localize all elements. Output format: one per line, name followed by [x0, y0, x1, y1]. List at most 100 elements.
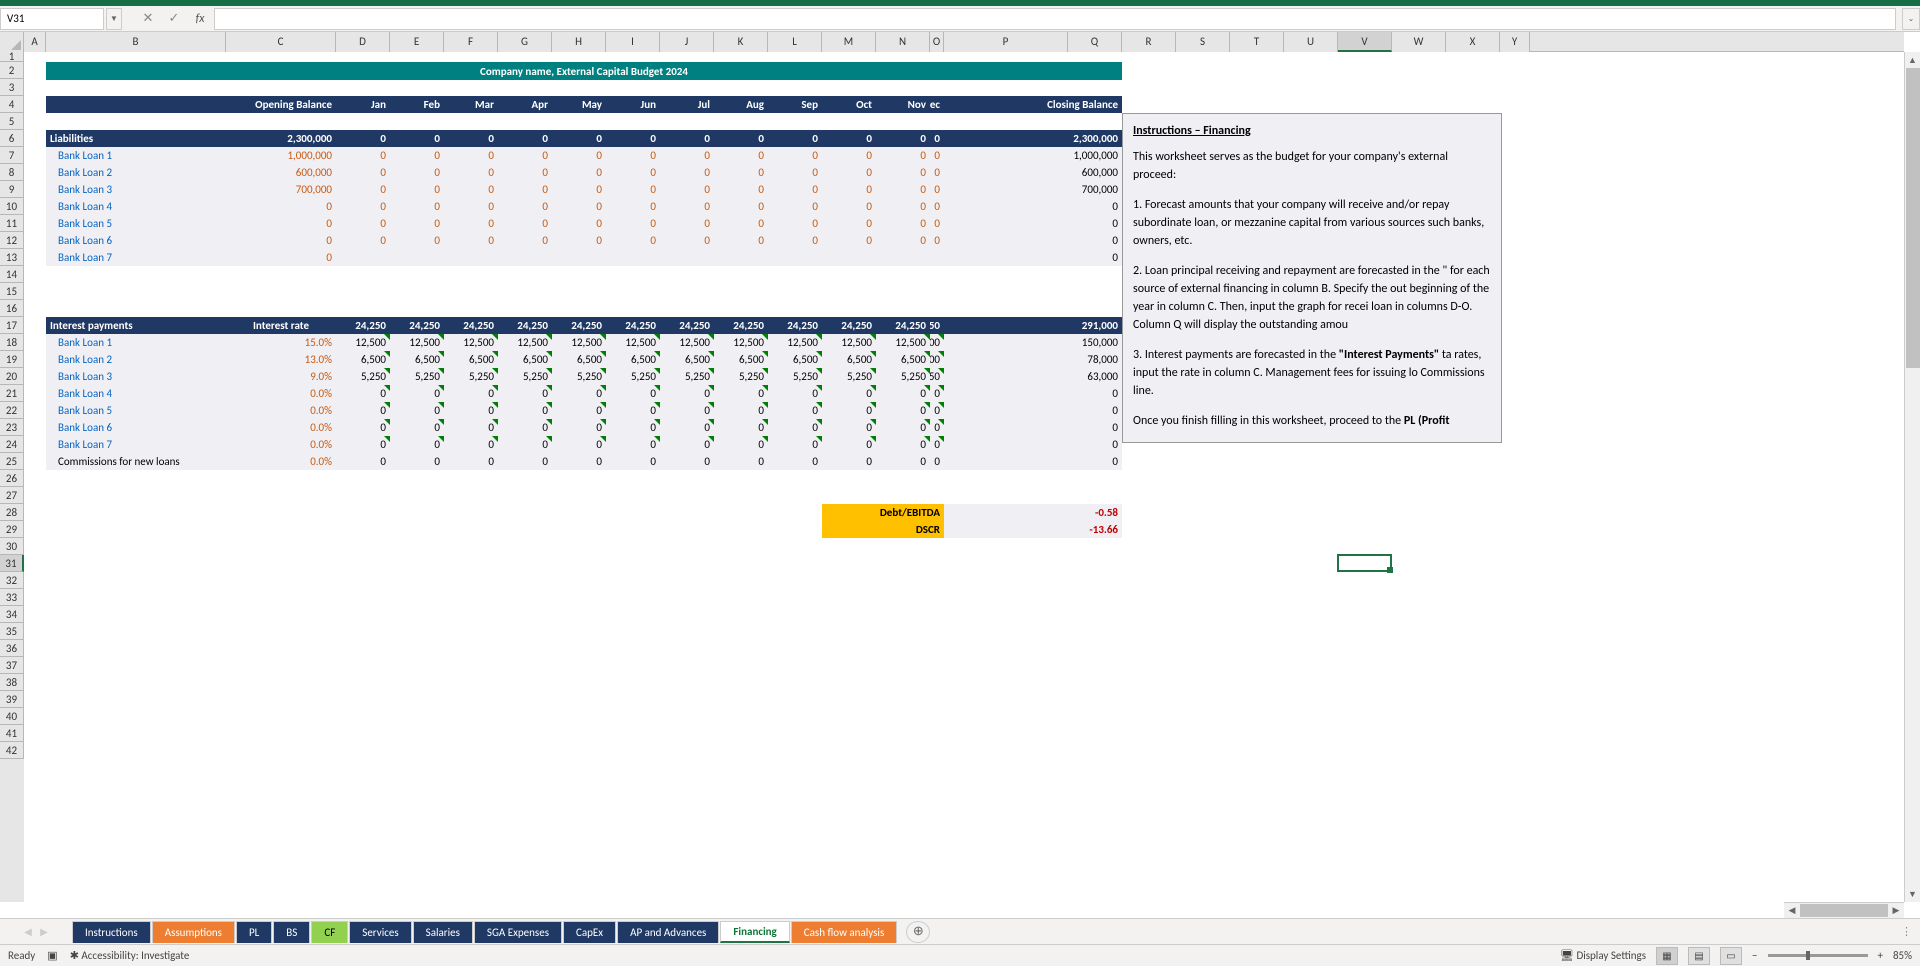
loan-m3-0[interactable]: 0 [336, 181, 390, 198]
row-header-22[interactable]: 22 [0, 402, 24, 419]
column-header-O[interactable]: O [930, 32, 944, 52]
row-header-18[interactable]: 18 [0, 334, 24, 351]
row-header-11[interactable]: 11 [0, 215, 24, 232]
int-m3-4[interactable]: 5,250 [552, 368, 606, 385]
row-header-6[interactable]: 6 [0, 130, 24, 147]
loan-m3-1[interactable]: 0 [390, 181, 444, 198]
loan-m6-4[interactable]: 0 [552, 232, 606, 249]
int-m7-8[interactable]: 0 [768, 436, 822, 453]
int-m4-2[interactable]: 0 [444, 385, 498, 402]
liab-m0[interactable]: 0 [336, 130, 390, 147]
zoom-level[interactable]: 85% [1893, 949, 1912, 962]
loan-m6-8[interactable]: 0 [768, 232, 822, 249]
loan-m2-1[interactable]: 0 [390, 164, 444, 181]
int-m7-10[interactable]: 0 [876, 436, 930, 453]
row-header-17[interactable]: 17 [0, 317, 24, 334]
int-m3-8[interactable]: 5,250 [768, 368, 822, 385]
row-header-12[interactable]: 12 [0, 232, 24, 249]
int-m8-9[interactable]: 0 [822, 453, 876, 470]
column-header-Q[interactable]: Q [1068, 32, 1122, 52]
row-header-26[interactable]: 26 [0, 470, 24, 487]
liab-opening[interactable]: 2,300,000 [226, 130, 336, 147]
int-closing-1[interactable]: 150,000 [944, 334, 1122, 351]
int-m5-7[interactable]: 0 [714, 402, 768, 419]
loan-closing-4[interactable]: 0 [944, 198, 1122, 215]
row-header-19[interactable]: 19 [0, 351, 24, 368]
row-header-29[interactable]: 29 [0, 521, 24, 538]
row-header-35[interactable]: 35 [0, 623, 24, 640]
int-m2-10[interactable]: 6,500 [876, 351, 930, 368]
row-header-13[interactable]: 13 [0, 249, 24, 266]
sheet-tab-cash-flow-analysis[interactable]: Cash flow analysis [791, 921, 897, 943]
row-header-16[interactable]: 16 [0, 300, 24, 317]
loan-m5-9[interactable]: 0 [822, 215, 876, 232]
int-m4-3[interactable]: 0 [498, 385, 552, 402]
view-page-break-icon[interactable]: ▭ [1720, 947, 1742, 965]
int-m5-8[interactable]: 0 [768, 402, 822, 419]
int-m6-7[interactable]: 0 [714, 419, 768, 436]
loan-m6-10[interactable]: 0 [876, 232, 930, 249]
row-header-31[interactable]: 31 [0, 555, 24, 572]
vertical-scrollbar[interactable]: ▲ ▼ [1904, 52, 1920, 902]
column-header-P[interactable]: P [944, 32, 1068, 52]
int-m7-7[interactable]: 0 [714, 436, 768, 453]
view-page-layout-icon[interactable]: ▤ [1688, 947, 1710, 965]
int-total-m10[interactable]: 24,250 [876, 317, 930, 334]
column-header-S[interactable]: S [1176, 32, 1230, 52]
column-header-Y[interactable]: Y [1500, 32, 1530, 52]
hdr-month-dec[interactable]: Dec [930, 96, 944, 113]
int-m5-5[interactable]: 0 [606, 402, 660, 419]
loan-m5-8[interactable]: 0 [768, 215, 822, 232]
loan-m4-10[interactable]: 0 [876, 198, 930, 215]
row-header-33[interactable]: 33 [0, 589, 24, 606]
loan-m5-7[interactable]: 0 [714, 215, 768, 232]
loan-m3-6[interactable]: 0 [660, 181, 714, 198]
scroll-left-icon[interactable]: ◀ [1784, 903, 1800, 918]
column-header-H[interactable]: H [552, 32, 606, 52]
row-header-10[interactable]: 10 [0, 198, 24, 215]
loan-m2-2[interactable]: 0 [444, 164, 498, 181]
int-m4-1[interactable]: 0 [390, 385, 444, 402]
loan-closing-1[interactable]: 1,000,000 [944, 147, 1122, 164]
loan-m5-0[interactable]: 0 [336, 215, 390, 232]
loan-m1-11[interactable]: 0 [930, 147, 944, 164]
loan-m2-7[interactable]: 0 [714, 164, 768, 181]
loan-m5-11[interactable]: 0 [930, 215, 944, 232]
loan-m7-11[interactable] [930, 249, 944, 266]
int-m6-8[interactable]: 0 [768, 419, 822, 436]
loan-m6-9[interactable]: 0 [822, 232, 876, 249]
loan-m1-0[interactable]: 0 [336, 147, 390, 164]
column-header-V[interactable]: V [1338, 32, 1392, 52]
sheet-tab-assumptions[interactable]: Assumptions [152, 921, 235, 943]
hdr-month-aug[interactable]: Aug [714, 96, 768, 113]
worksheet-grid[interactable]: ABCDEFGHIJKLMNOPQRSTUVWXY 12345678910111… [0, 32, 1920, 918]
int-closing-2[interactable]: 78,000 [944, 351, 1122, 368]
loan-m7-2[interactable] [444, 249, 498, 266]
int-total-m5[interactable]: 24,250 [606, 317, 660, 334]
int-m2-6[interactable]: 6,500 [660, 351, 714, 368]
int-m6-10[interactable]: 0 [876, 419, 930, 436]
int-closing-8[interactable]: 0 [944, 453, 1122, 470]
int-m1-5[interactable]: 12,500 [606, 334, 660, 351]
sheet-tab-bs[interactable]: BS [273, 921, 310, 943]
horizontal-scrollbar[interactable]: ◀ ▶ [1784, 902, 1904, 918]
sheet-tab-ap-and-advances[interactable]: AP and Advances [617, 921, 719, 943]
int-m4-5[interactable]: 0 [606, 385, 660, 402]
loan-m3-5[interactable]: 0 [606, 181, 660, 198]
loan-m4-0[interactable]: 0 [336, 198, 390, 215]
loan-closing-6[interactable]: 0 [944, 232, 1122, 249]
view-normal-icon[interactable]: ▦ [1656, 947, 1678, 965]
hdr-month-jul[interactable]: Jul [660, 96, 714, 113]
loan-m6-2[interactable]: 0 [444, 232, 498, 249]
int-m4-11[interactable]: 0 [930, 385, 944, 402]
metric-label-1[interactable]: DSCR [822, 521, 944, 538]
loan-m1-4[interactable]: 0 [552, 147, 606, 164]
name-box[interactable]: V31 [0, 8, 104, 30]
loan-opening-2[interactable]: 600,000 [226, 164, 336, 181]
column-header-R[interactable]: R [1122, 32, 1176, 52]
int-m2-7[interactable]: 6,500 [714, 351, 768, 368]
int-m2-5[interactable]: 6,500 [606, 351, 660, 368]
int-m8-2[interactable]: 0 [444, 453, 498, 470]
liab-closing[interactable]: 2,300,000 [944, 130, 1122, 147]
loan-opening-6[interactable]: 0 [226, 232, 336, 249]
